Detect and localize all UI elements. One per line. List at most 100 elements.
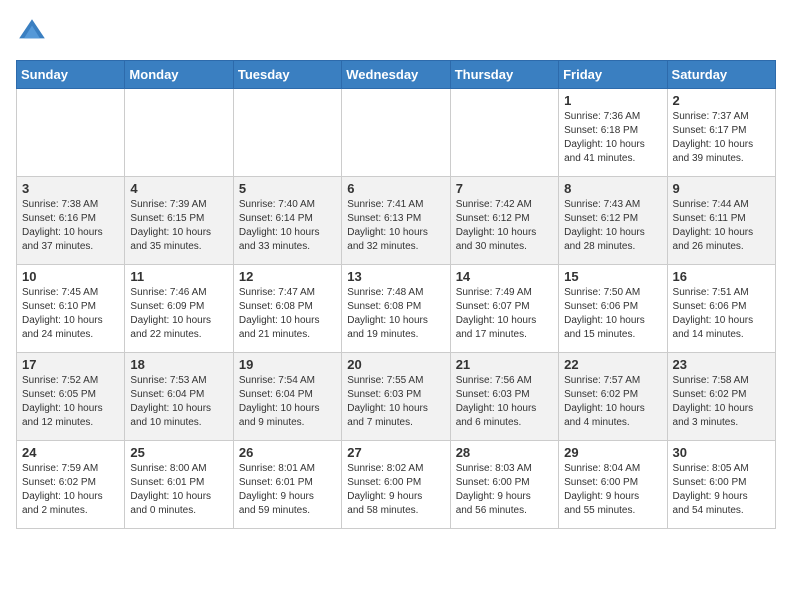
calendar-cell: 16 Sunrise: 7:51 AM Sunset: 6:06 PM Dayli… [667,265,775,353]
calendar-cell: 17 Sunrise: 7:52 AM Sunset: 6:05 PM Dayli… [17,353,125,441]
calendar-cell [233,89,341,177]
day-info: Sunrise: 7:39 AM Sunset: 6:15 PM Dayligh… [130,198,227,254]
day-info: Sunrise: 7:37 AM Sunset: 6:17 PM Dayligh… [673,110,770,166]
day-info: Sunrise: 7:44 AM Sunset: 6:11 PM Dayligh… [673,198,770,254]
day-number: 26 [239,445,336,460]
day-info: Sunrise: 7:53 AM Sunset: 6:04 PM Dayligh… [130,374,227,430]
day-number: 4 [130,181,227,196]
day-info: Sunrise: 8:05 AM Sunset: 6:00 PM Dayligh… [673,462,770,518]
calendar-cell: 5 Sunrise: 7:40 AM Sunset: 6:14 PM Daylig… [233,177,341,265]
weekday-header: Sunday [17,61,125,89]
calendar-week-row: 17 Sunrise: 7:52 AM Sunset: 6:05 PM Dayli… [17,353,776,441]
day-number: 15 [564,269,661,284]
day-info: Sunrise: 8:01 AM Sunset: 6:01 PM Dayligh… [239,462,336,518]
day-info: Sunrise: 8:02 AM Sunset: 6:00 PM Dayligh… [347,462,444,518]
calendar-cell: 18 Sunrise: 7:53 AM Sunset: 6:04 PM Dayli… [125,353,233,441]
day-number: 17 [22,357,119,372]
day-number: 27 [347,445,444,460]
weekday-header: Tuesday [233,61,341,89]
calendar-week-row: 1 Sunrise: 7:36 AM Sunset: 6:18 PM Daylig… [17,89,776,177]
calendar-cell: 1 Sunrise: 7:36 AM Sunset: 6:18 PM Daylig… [559,89,667,177]
day-number: 18 [130,357,227,372]
day-number: 19 [239,357,336,372]
day-info: Sunrise: 7:45 AM Sunset: 6:10 PM Dayligh… [22,286,119,342]
calendar-cell: 2Sunrise: 7:37 AM Sunset: 6:17 PM Daylig… [667,89,775,177]
page-header [16,16,776,48]
day-info: Sunrise: 7:57 AM Sunset: 6:02 PM Dayligh… [564,374,661,430]
calendar-cell: 8 Sunrise: 7:43 AM Sunset: 6:12 PM Daylig… [559,177,667,265]
calendar-cell [342,89,450,177]
day-info: Sunrise: 7:56 AM Sunset: 6:03 PM Dayligh… [456,374,553,430]
logo [16,16,52,48]
calendar-cell: 6 Sunrise: 7:41 AM Sunset: 6:13 PM Daylig… [342,177,450,265]
calendar-cell: 30 Sunrise: 8:05 AM Sunset: 6:00 PM Dayli… [667,441,775,529]
calendar-cell: 28 Sunrise: 8:03 AM Sunset: 6:00 PM Dayli… [450,441,558,529]
day-number: 13 [347,269,444,284]
day-info: Sunrise: 7:46 AM Sunset: 6:09 PM Dayligh… [130,286,227,342]
calendar-cell: 20Sunrise: 7:55 AM Sunset: 6:03 PM Dayli… [342,353,450,441]
day-info: Sunrise: 7:54 AM Sunset: 6:04 PM Dayligh… [239,374,336,430]
day-number: 24 [22,445,119,460]
calendar-cell: 26 Sunrise: 8:01 AM Sunset: 6:01 PM Dayli… [233,441,341,529]
calendar-cell: 10 Sunrise: 7:45 AM Sunset: 6:10 PM Dayli… [17,265,125,353]
weekday-header: Monday [125,61,233,89]
day-number: 12 [239,269,336,284]
weekday-header-row: SundayMondayTuesdayWednesdayThursdayFrid… [17,61,776,89]
day-number: 11 [130,269,227,284]
day-number: 6 [347,181,444,196]
calendar-cell: 21 Sunrise: 7:56 AM Sunset: 6:03 PM Dayli… [450,353,558,441]
calendar-cell: 19 Sunrise: 7:54 AM Sunset: 6:04 PM Dayli… [233,353,341,441]
day-number: 30 [673,445,770,460]
calendar-cell: 7 Sunrise: 7:42 AM Sunset: 6:12 PM Daylig… [450,177,558,265]
day-number: 1 [564,93,661,108]
calendar-cell [125,89,233,177]
day-number: 8 [564,181,661,196]
day-number: 16 [673,269,770,284]
calendar-week-row: 3Sunrise: 7:38 AM Sunset: 6:16 PM Daylig… [17,177,776,265]
calendar-cell: 13 Sunrise: 7:48 AM Sunset: 6:08 PM Dayli… [342,265,450,353]
calendar-cell: 11 Sunrise: 7:46 AM Sunset: 6:09 PM Dayli… [125,265,233,353]
day-number: 5 [239,181,336,196]
day-info: Sunrise: 7:43 AM Sunset: 6:12 PM Dayligh… [564,198,661,254]
day-number: 3 [22,181,119,196]
weekday-header: Saturday [667,61,775,89]
day-info: Sunrise: 7:48 AM Sunset: 6:08 PM Dayligh… [347,286,444,342]
logo-icon [16,16,48,48]
calendar-cell: 14 Sunrise: 7:49 AM Sunset: 6:07 PM Dayli… [450,265,558,353]
day-number: 14 [456,269,553,284]
calendar-week-row: 24Sunrise: 7:59 AM Sunset: 6:02 PM Dayli… [17,441,776,529]
calendar-cell: 27 Sunrise: 8:02 AM Sunset: 6:00 PM Dayli… [342,441,450,529]
day-info: Sunrise: 7:36 AM Sunset: 6:18 PM Dayligh… [564,110,661,166]
day-info: Sunrise: 8:04 AM Sunset: 6:00 PM Dayligh… [564,462,661,518]
calendar-cell [450,89,558,177]
calendar-table: SundayMondayTuesdayWednesdayThursdayFrid… [16,60,776,529]
day-info: Sunrise: 7:40 AM Sunset: 6:14 PM Dayligh… [239,198,336,254]
calendar-cell: 23 Sunrise: 7:58 AM Sunset: 6:02 PM Dayli… [667,353,775,441]
day-info: Sunrise: 7:55 AM Sunset: 6:03 PM Dayligh… [347,374,444,430]
calendar-cell: 29Sunrise: 8:04 AM Sunset: 6:00 PM Dayli… [559,441,667,529]
calendar-cell: 22 Sunrise: 7:57 AM Sunset: 6:02 PM Dayli… [559,353,667,441]
day-info: Sunrise: 7:49 AM Sunset: 6:07 PM Dayligh… [456,286,553,342]
day-info: Sunrise: 7:50 AM Sunset: 6:06 PM Dayligh… [564,286,661,342]
calendar-cell: 24Sunrise: 7:59 AM Sunset: 6:02 PM Dayli… [17,441,125,529]
calendar-cell: 3Sunrise: 7:38 AM Sunset: 6:16 PM Daylig… [17,177,125,265]
calendar-cell: 12Sunrise: 7:47 AM Sunset: 6:08 PM Dayli… [233,265,341,353]
day-number: 7 [456,181,553,196]
day-info: Sunrise: 7:41 AM Sunset: 6:13 PM Dayligh… [347,198,444,254]
day-info: Sunrise: 7:42 AM Sunset: 6:12 PM Dayligh… [456,198,553,254]
day-number: 10 [22,269,119,284]
day-info: Sunrise: 7:52 AM Sunset: 6:05 PM Dayligh… [22,374,119,430]
calendar-cell: 4 Sunrise: 7:39 AM Sunset: 6:15 PM Daylig… [125,177,233,265]
day-info: Sunrise: 7:51 AM Sunset: 6:06 PM Dayligh… [673,286,770,342]
day-number: 22 [564,357,661,372]
calendar-cell: 25Sunrise: 8:00 AM Sunset: 6:01 PM Dayli… [125,441,233,529]
day-number: 21 [456,357,553,372]
weekday-header: Thursday [450,61,558,89]
calendar-week-row: 10 Sunrise: 7:45 AM Sunset: 6:10 PM Dayli… [17,265,776,353]
day-info: Sunrise: 8:00 AM Sunset: 6:01 PM Dayligh… [130,462,227,518]
day-number: 28 [456,445,553,460]
calendar-cell [17,89,125,177]
day-info: Sunrise: 8:03 AM Sunset: 6:00 PM Dayligh… [456,462,553,518]
day-number: 23 [673,357,770,372]
day-info: Sunrise: 7:58 AM Sunset: 6:02 PM Dayligh… [673,374,770,430]
